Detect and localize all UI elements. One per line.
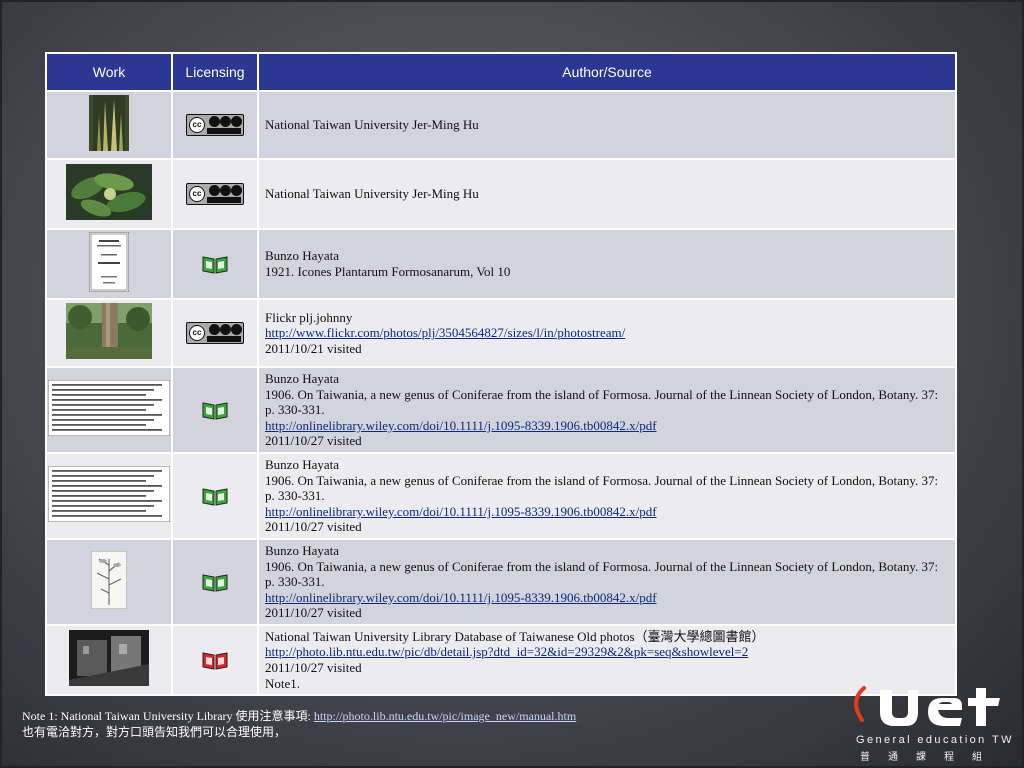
work-thumbnail-cell [45,158,173,230]
credits-table: Work Licensing Author/Source cc National … [45,52,957,696]
license-cell: cc [171,298,259,368]
license-cell [171,366,259,454]
book-page-scan [88,231,130,296]
source-text: 1906. On Taiwania, a new genus of Conife… [265,472,939,504]
table-row: cc National Taiwan University Jer-Ming Hu [45,158,957,230]
visited-date: 2011/10/27 visited [265,433,362,449]
work-thumbnail-cell [45,452,173,540]
header-licensing: Licensing [171,52,259,92]
source-cell: Bunzo Hayata 1921. Icones Plantarum Formo… [257,228,957,300]
work-thumbnail-cell [45,298,173,368]
source-text: 1906. On Taiwania, a new genus of Conife… [265,558,939,590]
license-cell [171,452,259,540]
uet-logo-mark [854,686,1000,726]
leaf-cluster-photo [66,164,152,224]
public-domain-book-icon [202,401,228,420]
botanical-drawing-scan [90,550,128,613]
cc-by-nc-sa-icon: cc [186,114,244,136]
table-row: Bunzo Hayata 1906. On Taiwania, a new gen… [45,366,957,454]
source-text: National Taiwan University Jer-Ming Hu [265,186,479,202]
old-photo-bw [69,630,149,690]
restricted-book-icon [202,651,228,670]
visited-date: 2011/10/27 visited [265,605,362,621]
source-text: 1921. Icones Plantarum Formosanarum, Vol… [265,264,511,279]
journal-text-scan [47,465,171,526]
work-thumbnail-cell [45,90,173,160]
license-cell: cc [171,90,259,160]
source-text: Bunzo Hayata [265,248,340,264]
visited-date: 2011/10/21 visited [265,340,362,356]
tree-trunk-photo [66,303,152,363]
header-work: Work [45,52,173,92]
note-reference: Note1. [265,675,301,691]
public-domain-book-icon [202,255,228,274]
source-text: Bunzo Hayata [265,543,340,559]
source-link[interactable]: http://photo.lib.ntu.edu.tw/pic/db/detai… [265,644,748,659]
journal-text-scan [47,379,171,440]
license-cell [171,538,259,626]
cc-by-nc-sa-icon: cc [186,322,244,344]
header-source: Author/Source [257,52,957,92]
footnote-link[interactable]: http://photo.lib.ntu.edu.tw/pic/image_ne… [314,709,576,723]
work-thumbnail-cell [45,228,173,300]
plant-spike-photo [89,95,129,155]
table-row: cc Flickr plj.johnny http://www.flickr.com… [45,298,957,368]
table-row: National Taiwan University Library Datab… [45,624,957,696]
source-cell: Bunzo Hayata 1906. On Taiwania, a new gen… [257,452,957,540]
source-link[interactable]: http://onlinelibrary.wiley.com/doi/10.11… [265,590,657,605]
table-header-row: Work Licensing Author/Source [45,52,957,92]
table-row: cc National Taiwan University Jer-Ming Hu [45,90,957,160]
source-cell: National Taiwan University Jer-Ming Hu [257,158,957,230]
source-text: Bunzo Hayata [265,371,340,387]
footnote-text: Note 1: National Taiwan University Libra… [22,709,311,723]
source-text: National Taiwan University Jer-Ming Hu [265,117,479,133]
logo-tagline: General education TW [856,734,1014,746]
source-cell: Bunzo Hayata 1906. On Taiwania, a new gen… [257,366,957,454]
public-domain-book-icon [202,573,228,592]
table-body: cc National Taiwan University Jer-Ming Hu… [45,90,957,696]
license-cell: cc [171,158,259,230]
source-cell: National Taiwan University Jer-Ming Hu [257,90,957,160]
source-text: 1906. On Taiwania, a new genus of Conife… [265,386,939,418]
source-link[interactable]: http://onlinelibrary.wiley.com/doi/10.11… [265,418,657,433]
work-thumbnail-cell [45,366,173,454]
cc-by-nc-sa-icon: cc [186,183,244,205]
license-cell [171,624,259,696]
source-cell: Bunzo Hayata 1906. On Taiwania, a new gen… [257,538,957,626]
source-text: Bunzo Hayata [265,457,340,473]
table-row: Bunzo Hayata 1921. Icones Plantarum Formo… [45,228,957,300]
source-link[interactable]: http://www.flickr.com/photos/plj/3504564… [265,325,625,340]
source-cell: Flickr plj.johnny http://www.flickr.com/p… [257,298,957,368]
table-row: Bunzo Hayata 1906. On Taiwania, a new gen… [45,538,957,626]
logo-chinese-name: 普通課程組 [860,752,1000,763]
license-cell [171,228,259,300]
source-text: National Taiwan University Library Datab… [265,628,765,644]
work-thumbnail-cell [45,624,173,696]
visited-date: 2011/10/27 visited [265,519,362,535]
footnote-text-2: 也有電洽對方，對方口頭告知我們可以合理使用， [22,725,287,739]
work-thumbnail-cell [45,538,173,626]
visited-date: 2011/10/27 visited [265,660,362,675]
source-link[interactable]: http://onlinelibrary.wiley.com/doi/10.11… [265,504,657,519]
footnote: Note 1: National Taiwan University Libra… [22,708,576,740]
table-row: Bunzo Hayata 1906. On Taiwania, a new gen… [45,452,957,540]
uet-logo: General education TW 普通課程組 [850,682,1015,763]
public-domain-book-icon [202,487,228,506]
source-text: Flickr plj.johnny [265,309,353,325]
